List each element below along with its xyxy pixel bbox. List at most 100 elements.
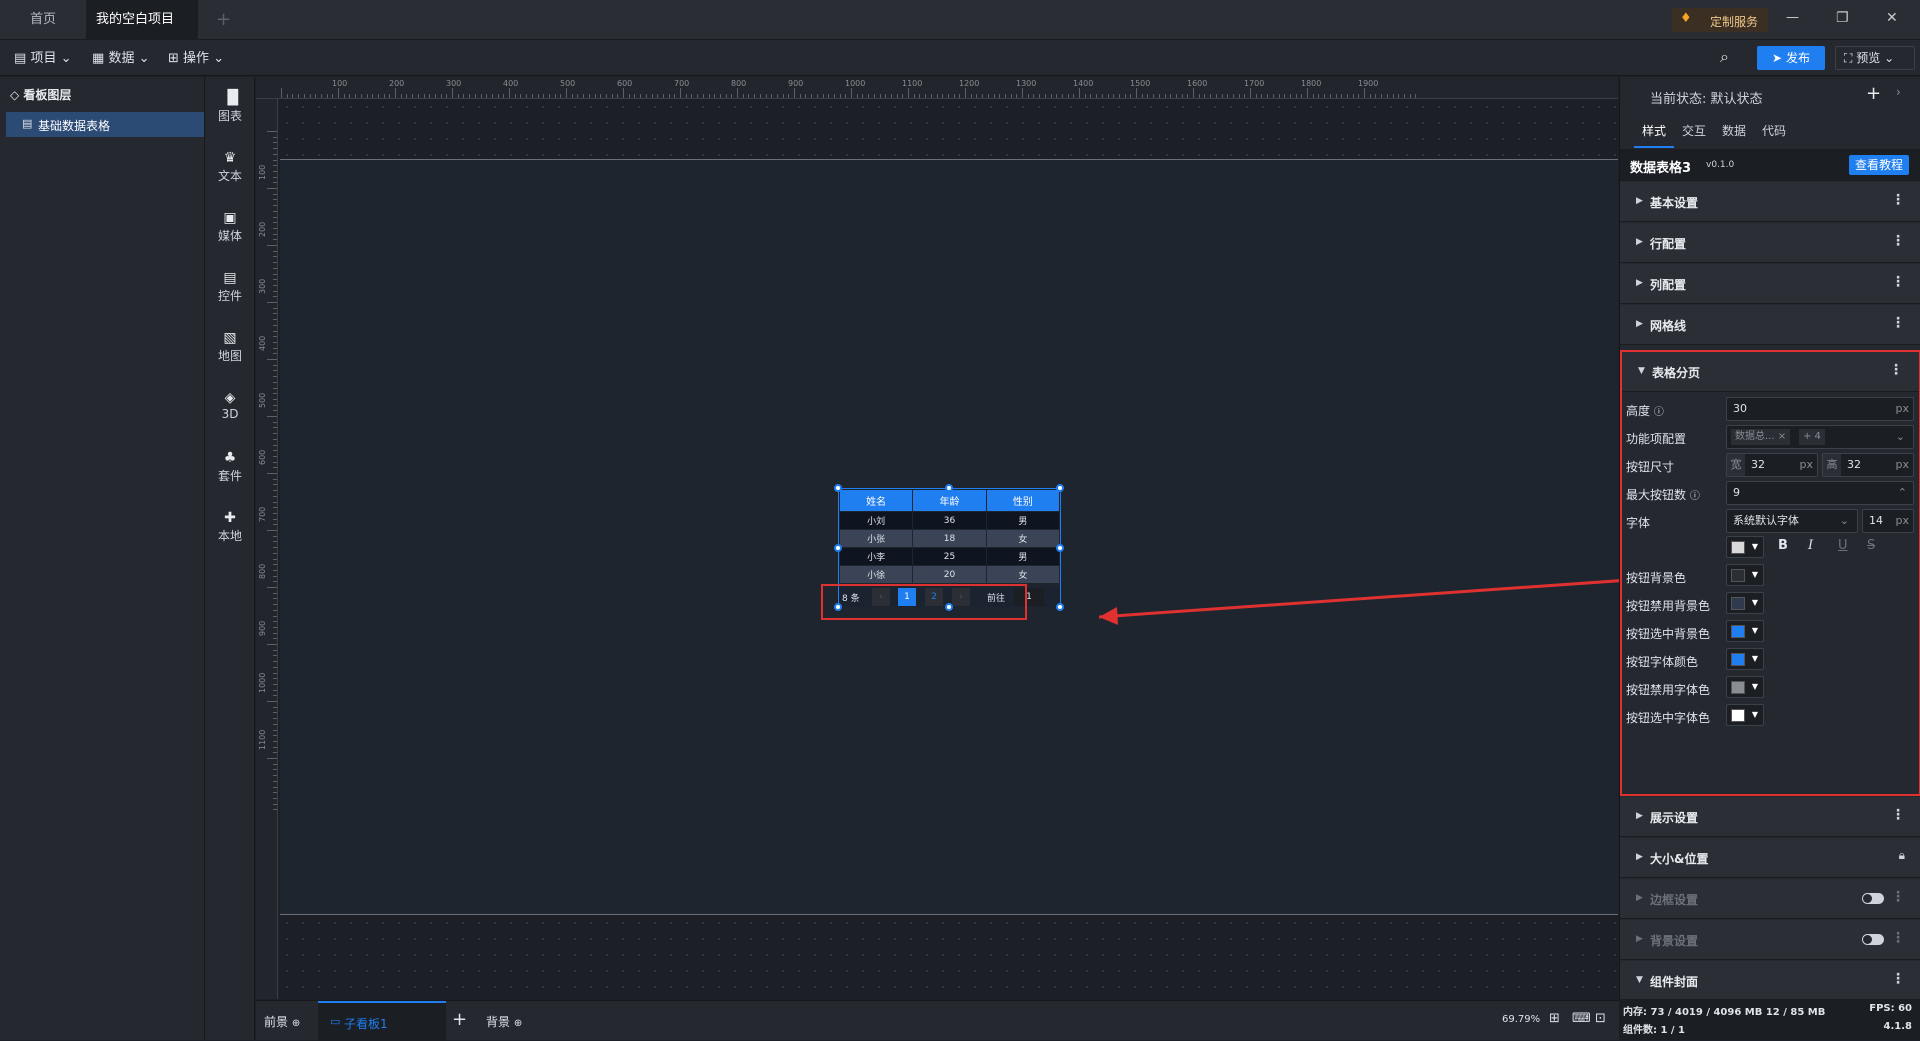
resize-handle[interactable]	[945, 484, 953, 492]
font-color-picker[interactable]: ▼	[1726, 536, 1764, 558]
custom-service-button[interactable]: ♦ 定制服务	[1672, 8, 1768, 32]
button-width-input[interactable]: 宽 32 px	[1726, 453, 1818, 477]
button-disabled-bg-picker[interactable]: ▼	[1726, 592, 1764, 614]
more-icon[interactable]: ⋮	[1891, 930, 1905, 946]
more-icon[interactable]: ⋮	[1891, 192, 1905, 208]
button-font-color-picker[interactable]: ▼	[1726, 648, 1764, 670]
table-row[interactable]: 小张 18 女	[838, 529, 1061, 548]
background-toggle[interactable]	[1862, 934, 1884, 945]
section-basic[interactable]: ▶ 基本设置 ⋮	[1620, 182, 1920, 222]
close-button[interactable]: ✕	[1886, 10, 1898, 26]
button-bg-picker[interactable]: ▼	[1726, 564, 1764, 586]
table-header-cell[interactable]: 性别	[985, 489, 1061, 512]
section-pager[interactable]: ▼ 表格分页 ⋮	[1622, 352, 1919, 392]
table-header-cell[interactable]: 年龄	[912, 489, 987, 512]
chevron-right-icon[interactable]: ›	[1896, 85, 1901, 99]
max-buttons-input[interactable]: 9 ⌃	[1726, 481, 1914, 505]
dashboard-board[interactable]: 姓名 年龄 性别 小刘 36 男 小张 18 女 小李 25 男 小徐 20 女…	[280, 159, 1618, 915]
add-state-icon[interactable]: +	[1866, 83, 1881, 104]
tab-style[interactable]: 样式	[1634, 118, 1674, 148]
terminal-icon[interactable]: ⊡	[1595, 1011, 1606, 1026]
view-tutorial-button[interactable]: 查看教程	[1849, 155, 1909, 175]
button-height-input[interactable]: 高 32 px	[1822, 453, 1914, 477]
stepper-up-icon[interactable]: ⌃	[1898, 482, 1907, 504]
rail-item-local[interactable]: ✚ 本地	[205, 511, 255, 544]
rail-item-media[interactable]: ▣ 媒体	[205, 211, 255, 244]
sub-board-tab[interactable]: ▭ 子看板1	[318, 1001, 446, 1041]
section-border[interactable]: ▶ 边框设置 ⋮	[1620, 879, 1920, 919]
lock-icon[interactable]: 🔒︎	[1899, 848, 1905, 863]
tab-home[interactable]: 首页	[12, 0, 74, 40]
keyboard-icon[interactable]: ⌨	[1572, 1011, 1591, 1026]
more-icon[interactable]: ⋮	[1891, 971, 1905, 987]
zoom-level[interactable]: 69.79%	[1502, 1014, 1540, 1025]
font-size-input[interactable]: 14 px	[1862, 509, 1914, 533]
add-board-button[interactable]: +	[452, 1009, 467, 1030]
menu-project[interactable]: ▤ 项目 ⌄	[14, 48, 72, 70]
section-background[interactable]: ▶ 背景设置 ⋮	[1620, 920, 1920, 960]
table-row[interactable]: 小李 25 男	[838, 547, 1061, 566]
bold-button[interactable]: B	[1778, 538, 1788, 553]
preview-button[interactable]: ⛶ 预览 ⌄	[1835, 46, 1915, 70]
table-row[interactable]: 小徐 20 女	[838, 565, 1061, 584]
rail-item-3d[interactable]: ◈ 3D	[205, 391, 255, 421]
button-active-font-picker[interactable]: ▼	[1726, 704, 1764, 726]
background-tab[interactable]: 背景 ⊕	[486, 1013, 522, 1030]
section-gridline[interactable]: ▶ 网格线 ⋮	[1620, 305, 1920, 345]
publish-button[interactable]: ➤ 发布	[1757, 46, 1825, 70]
add-circle-icon[interactable]: ⊕	[514, 1018, 522, 1029]
canvas[interactable]: 姓名 年龄 性别 小刘 36 男 小张 18 女 小李 25 男 小徐 20 女…	[279, 99, 1860, 999]
search-icon[interactable]: ⌕	[1720, 47, 1729, 67]
layer-item-table[interactable]: ▤ 基础数据表格	[6, 112, 204, 137]
section-display[interactable]: ▶ 展示设置 ⋮	[1620, 797, 1920, 837]
tab-interaction[interactable]: 交互	[1674, 118, 1714, 148]
more-icon[interactable]: ⋮	[1891, 274, 1905, 290]
rail-item-kit[interactable]: ♣ 套件	[205, 451, 255, 484]
rail-item-text[interactable]: ♛ 文本	[205, 151, 255, 184]
section-column[interactable]: ▶ 列配置 ⋮	[1620, 264, 1920, 304]
restore-button[interactable]: ❐	[1836, 10, 1849, 26]
table-header-cell[interactable]: 姓名	[838, 489, 914, 512]
tab-code[interactable]: 代码	[1754, 118, 1794, 148]
add-circle-icon[interactable]: ⊕	[292, 1018, 300, 1029]
more-icon[interactable]: ⋮	[1891, 233, 1905, 249]
function-tag[interactable]: 数据总... ×	[1731, 429, 1791, 445]
strikethrough-button[interactable]: S	[1867, 538, 1875, 553]
border-toggle[interactable]	[1862, 893, 1884, 904]
section-size-position[interactable]: ▶ 大小&位置 🔒︎	[1620, 838, 1920, 878]
add-tab-button[interactable]: +	[206, 0, 241, 40]
section-row[interactable]: ▶ 行配置 ⋮	[1620, 223, 1920, 263]
underline-button[interactable]: U	[1838, 538, 1848, 553]
font-family-select[interactable]: 系统默认字体 ⌄	[1726, 509, 1858, 533]
more-icon[interactable]: ⋮	[1891, 807, 1905, 823]
more-icon[interactable]: ⋮	[1891, 889, 1905, 905]
resize-handle[interactable]	[1056, 484, 1064, 492]
foreground-tab[interactable]: 前景 ⊕	[264, 1013, 300, 1030]
rail-item-map[interactable]: ▧ 地图	[205, 331, 255, 364]
menu-data[interactable]: ▦ 数据 ⌄	[92, 48, 150, 70]
help-icon[interactable]: ⓘ	[1654, 407, 1664, 418]
height-input[interactable]: 30 px	[1726, 397, 1914, 421]
resize-handle[interactable]	[1056, 544, 1064, 552]
section-cover[interactable]: ▼ 组件封面 ⋮	[1620, 961, 1920, 1001]
state-indicator[interactable]: 当前状态: 默认状态	[1650, 88, 1763, 107]
function-config-select[interactable]: 数据总... × + 4 ⌄	[1726, 425, 1914, 449]
italic-button[interactable]: I	[1808, 538, 1813, 553]
rail-item-control[interactable]: ▤ 控件	[205, 271, 255, 304]
tab-data[interactable]: 数据	[1714, 118, 1754, 148]
help-icon[interactable]: ⓘ	[1690, 491, 1700, 502]
rail-item-chart[interactable]: ▐▌ 图表	[205, 91, 255, 124]
table-row[interactable]: 小刘 36 男	[838, 511, 1061, 530]
resize-handle[interactable]	[1056, 603, 1064, 611]
resize-handle[interactable]	[834, 544, 842, 552]
more-icon[interactable]: ⋮	[1891, 315, 1905, 331]
more-icon[interactable]: ⋮	[1889, 362, 1903, 378]
button-active-bg-picker[interactable]: ▼	[1726, 620, 1764, 642]
resize-handle[interactable]	[834, 484, 842, 492]
fit-screen-icon[interactable]: ⊞	[1549, 1011, 1560, 1026]
button-disabled-font-picker[interactable]: ▼	[1726, 676, 1764, 698]
close-icon[interactable]: ×	[1778, 431, 1786, 442]
menu-operate[interactable]: ⊞ 操作 ⌄	[168, 48, 224, 70]
minimize-button[interactable]: —	[1786, 10, 1799, 25]
tab-project[interactable]: 我的空白项目	[86, 0, 198, 64]
